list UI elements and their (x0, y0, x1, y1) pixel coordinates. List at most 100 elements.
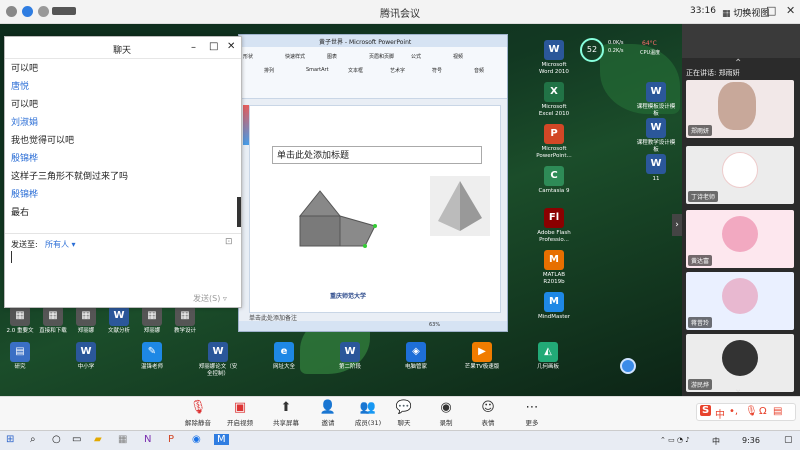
desktop-icon[interactable]: M MindMaster (534, 292, 574, 321)
tencent-meeting-taskbar-icon[interactable]: M (214, 434, 229, 445)
chat-window: 聊天 – □ ✕ 可以吧 唐悦 可以吧 刘淑娟 我也觉得可以吧 殷锦桦 这样子三角形不就倒过… (4, 36, 242, 308)
app-icon: M (544, 292, 564, 312)
slide-title-placeholder[interactable]: 单击此处添加标题 (272, 146, 482, 164)
desktop-icon-label: 电脑管家 (404, 364, 427, 370)
browser-icon[interactable]: ◉ (192, 434, 201, 445)
more-button[interactable]: ⋯ 更多 (510, 399, 554, 427)
desktop-icon[interactable]: W 郑丽娜论文（安全控制） (198, 342, 238, 378)
file-explorer-icon[interactable]: ▰ (94, 434, 102, 445)
notification-icon[interactable]: ▢ (784, 435, 793, 445)
mic-icon[interactable]: 🎙 (745, 406, 758, 417)
app-icon: M (544, 250, 564, 270)
desktop-icon[interactable]: X Microsoft Excel 2010 (534, 82, 574, 118)
app-icon: ✎ (142, 342, 162, 362)
triangle-net-diagram[interactable] (290, 186, 390, 256)
send-button[interactable]: 发送(S) ▿ (193, 293, 227, 304)
ribbon-button[interactable]: 排列 (264, 67, 274, 74)
skin-icon[interactable]: ▤ (773, 406, 782, 417)
tray-icons[interactable]: ⌃ ▭ ◔ ♪ (660, 436, 690, 444)
participant-name: 蒋昔玲 (688, 317, 713, 328)
ime-toolbar[interactable]: S 中 •, 🎙 Ω ▤ (696, 403, 796, 421)
video-button[interactable]: ▣ 开启视频 (218, 399, 262, 427)
close-icon[interactable]: ✕ (786, 4, 795, 17)
desktop-icon[interactable]: P Microsoft PowerPoint... (534, 124, 574, 160)
chat-button[interactable]: 💬 聊天 (382, 399, 426, 427)
maximize-icon[interactable]: □ (766, 4, 776, 17)
punctuation-icon[interactable]: •, (729, 406, 738, 417)
tray-lang[interactable]: 中 (712, 436, 720, 447)
cortana-icon[interactable]: ○ (52, 434, 61, 445)
search-icon[interactable]: ⌕ (30, 434, 36, 445)
onenote-icon[interactable]: N (144, 434, 151, 445)
ribbon-button[interactable]: 公式 (411, 53, 421, 60)
invite-button[interactable]: 👤 邀请 (306, 399, 350, 427)
file-icon[interactable]: ⊡ (225, 237, 233, 247)
chat-title: 聊天 (113, 46, 132, 56)
ribbon-button[interactable]: 文本框 (348, 67, 363, 74)
start-icon[interactable]: ⊞ (6, 434, 14, 445)
chat-header: 聊天 – □ ✕ (5, 37, 241, 59)
chevron-down-icon[interactable]: ⌄ (734, 384, 742, 395)
share-screen-button[interactable]: ⬆ 共享屏幕 (264, 399, 308, 427)
chat-scrollbar[interactable] (237, 197, 241, 227)
ribbon-button[interactable]: 符号 (432, 67, 442, 74)
ribbon-button[interactable]: 艺术字 (390, 67, 405, 74)
desktop-icon[interactable]: W 课程模板设计模板 (636, 82, 676, 118)
desktop-icons-row1: ▦ 2.0 重要文 ▦ 直接和下载 ▦ 郑丽娜 W 文献分析 ▦ 郑丽娜 ▦ 教学设计 (0, 306, 200, 336)
record-button[interactable]: ◉ 录制 (424, 399, 468, 427)
desktop-icon[interactable]: e 网址大全 (264, 342, 304, 371)
task-view-icon[interactable]: ▭ (72, 434, 81, 445)
desktop-icon[interactable]: W 中小学 (66, 342, 106, 371)
menu-icon[interactable] (6, 6, 17, 17)
desktop-icon[interactable]: W 11 (636, 154, 676, 183)
minimize-icon[interactable]: – (191, 42, 196, 53)
desktop-icons-row2: ▤ 研究 W 中小学 ✎ 温锋老师 W 郑丽娜论文（安全控制） e 网址大全 W 第二阶段 ◈ 电脑管家 ▶… (0, 342, 600, 382)
ppt-zoom-level[interactable]: 63% (429, 322, 440, 328)
app-icon: ▦ (142, 306, 162, 326)
desktop-icon[interactable]: ◈ 电脑管家 (396, 342, 436, 371)
desktop-icon[interactable]: ◭ 几何画板 (528, 342, 568, 371)
desktop-icon[interactable]: ✎ 温锋老师 (132, 342, 172, 371)
desktop-icon[interactable]: Fl Adobe Flash Professio... (534, 208, 574, 244)
desktop-icon[interactable]: W 第二阶段 (330, 342, 370, 371)
close-icon[interactable]: ✕ (227, 41, 235, 52)
desktop-icon[interactable]: ▶ 芒果TV极速版 (462, 342, 502, 371)
ribbon-button[interactable]: 形状 (243, 53, 253, 60)
meeting-timer: 33:16 (690, 6, 716, 16)
desktop-icon[interactable]: W Microsoft Word 2010 (534, 40, 574, 76)
info-icon[interactable] (38, 6, 49, 17)
ribbon-button[interactable]: 音频 (474, 67, 484, 74)
chat-input[interactable] (9, 249, 237, 289)
desktop-icon-label: Microsoft Excel 2010 (538, 104, 570, 117)
shield-icon[interactable] (22, 6, 33, 17)
ime-mode[interactable]: 中 (715, 406, 725, 421)
floating-assistant-icon[interactable] (620, 358, 636, 374)
ribbon-button[interactable]: 快速样式 (285, 53, 305, 60)
desktop-icon[interactable]: W 课程教学设计模板 (636, 118, 676, 154)
minimize-icon[interactable]: – (742, 4, 748, 17)
ribbon-button[interactable]: 页眉和页脚 (369, 53, 394, 60)
camera-off-icon: ▣ (233, 400, 247, 415)
participant-tile[interactable]: 郑雨妍 (686, 80, 794, 138)
participant-tile[interactable]: 丁诗老师 (686, 146, 794, 204)
desktop-icon[interactable]: M MATLAB R2019b (534, 250, 574, 286)
participant-tile[interactable]: 黄达富 (686, 210, 794, 268)
powerpoint-taskbar-icon[interactable]: P (168, 434, 174, 445)
ribbon-button[interactable]: 图表 (327, 53, 337, 60)
chevron-right-icon[interactable]: › (672, 214, 682, 236)
slide-canvas[interactable]: 单击此处添加标题 重庆师范大学 (249, 105, 501, 313)
chat-message-text: 可以吧 (11, 64, 39, 74)
desktop-icon[interactable]: C Camtasia 9 (534, 166, 574, 195)
speaking-label-text: 正在讲话: (686, 69, 717, 77)
desktop-icon[interactable]: ▦ 教学设计 (165, 306, 205, 335)
participant-tile[interactable]: 蒋昔玲 (686, 272, 794, 330)
app-icon[interactable]: ▦ (118, 434, 127, 445)
desktop-icon[interactable]: ▤ 研究 (0, 342, 40, 371)
unmute-button[interactable]: 🎙 解除静音 (176, 399, 220, 427)
ribbon-button[interactable]: SmartArt (306, 67, 329, 73)
ribbon-button[interactable]: 视频 (453, 53, 463, 60)
headset-icon[interactable]: Ω (759, 406, 767, 417)
reaction-button[interactable]: ☺ 表情 (466, 399, 510, 427)
pyramid-image[interactable] (430, 176, 490, 236)
maximize-icon[interactable]: □ (209, 41, 218, 52)
